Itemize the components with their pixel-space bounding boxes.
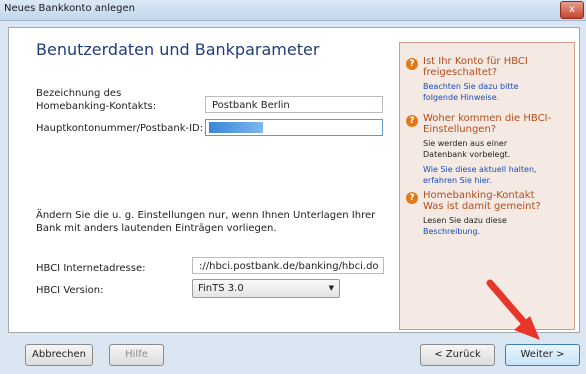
help-button[interactable]: Hilfe <box>109 344 164 366</box>
cancel-button[interactable]: Abbrechen <box>25 344 93 366</box>
next-button[interactable]: Weiter > <box>505 344 580 366</box>
back-button[interactable]: < Zurück <box>420 344 495 366</box>
red-arrow-annotation <box>486 279 540 340</box>
